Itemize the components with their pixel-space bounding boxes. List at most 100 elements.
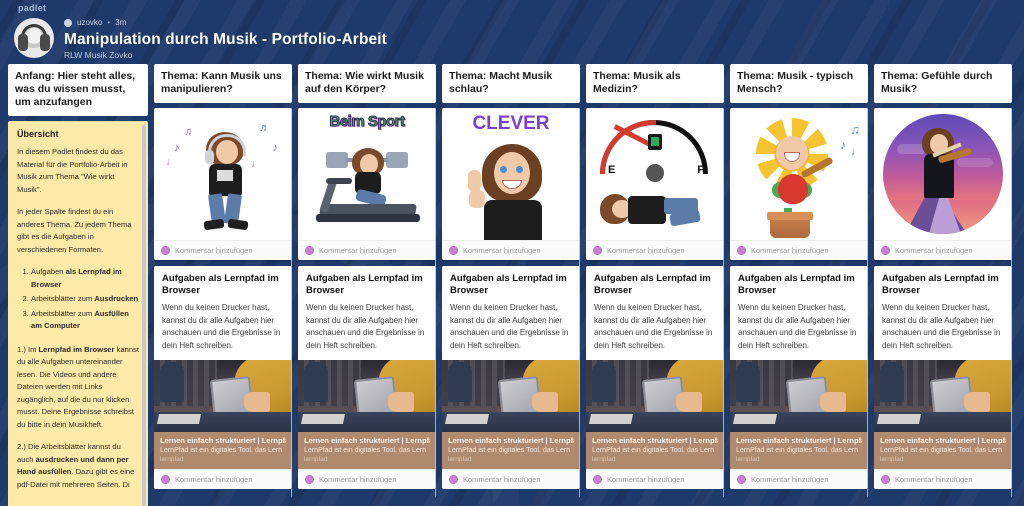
link-preview-image [874,360,1012,432]
list-item: Aufgaben als Lernpfad im Browser [31,266,139,291]
note-format-list: Aufgaben als Lernpfad im Browser Arbeits… [31,266,139,333]
add-comment-label: Kommentar hinzufügen [895,246,973,255]
column-scrollbar[interactable] [291,108,292,498]
add-comment-label: Kommentar hinzufügen [319,475,397,484]
add-comment-bar[interactable]: Kommentar hinzufügen [154,469,292,489]
link-preview-image [442,360,580,432]
avatar [305,246,314,255]
link-preview-meta: Lernen einfach strukturiert | Lernpfad L… [586,432,724,469]
link-preview[interactable]: Lernen einfach strukturiert | Lernpfad L… [586,360,724,469]
post-text: Wenn du keinen Drucker hast, kannst du d… [162,303,281,350]
column-schlau[interactable]: Thema: Macht Musik schlau? CLEVER Kommen… [442,64,580,506]
add-comment-bar[interactable]: Kommentar hinzufügen [730,240,868,260]
add-comment-bar[interactable]: Kommentar hinzufügen [154,240,292,260]
note-scrollbar[interactable] [142,125,146,506]
bitmoji-fuel-gauge-empty-lying-down-icon: E F [586,108,724,240]
add-comment-bar[interactable]: Kommentar hinzufügen [874,469,1012,489]
add-comment-label: Kommentar hinzufügen [463,475,541,484]
avatar [593,475,602,484]
post-lernpfad[interactable]: Aufgaben als Lernpfad im Browser Wenn du… [730,266,868,489]
add-comment-bar[interactable]: Kommentar hinzufügen [730,469,868,489]
post-illustration[interactable]: ♫ ♪ ♩ ♬ ♪ ♩ Kommentar hinzufügen [154,108,292,260]
post-title: Aufgaben als Lernpfad im Browser [882,273,999,296]
column-medizin[interactable]: Thema: Musik als Medizin? E F Kommentar … [586,64,724,506]
add-comment-label: Kommentar hinzufügen [463,246,541,255]
link-title: Lernen einfach strukturiert | Lernpfad [160,436,286,445]
avatar [161,475,170,484]
padlet-logo[interactable]: padlet [18,3,46,13]
add-comment-label: Kommentar hinzufügen [751,475,829,484]
post-illustration[interactable]: Beim Sport Kommentar hinzufügen [298,108,436,260]
link-preview-image [730,360,868,432]
add-comment-bar[interactable]: Kommentar hinzufügen [298,469,436,489]
column-scrollbar[interactable] [723,108,724,498]
post-lernpfad[interactable]: Aufgaben als Lernpfad im Browser Wenn du… [442,266,580,489]
column-typisch-mensch[interactable]: Thema: Musik - typisch Mensch? ♫ ♪ ♩ Kom… [730,64,868,506]
add-comment-bar[interactable]: Kommentar hinzufügen [298,240,436,260]
link-preview[interactable]: Lernen einfach strukturiert | Lernpfad L… [298,360,436,469]
column-scrollbar[interactable] [1011,108,1012,498]
link-description: LernPfad ist ein digitales Tool, das Ler… [304,446,427,454]
column-header[interactable]: Thema: Wie wirkt Musik auf den Körper? [298,64,436,103]
column-manipulieren[interactable]: Thema: Kann Musik uns manipulieren? ♫ ♪ … [154,64,292,506]
post-lernpfad[interactable]: Aufgaben als Lernpfad im Browser Wenn du… [586,266,724,489]
link-title: Lernen einfach strukturiert | Lernpfad [880,436,1006,445]
post-lernpfad[interactable]: Aufgaben als Lernpfad im Browser Wenn du… [298,266,436,489]
column-header[interactable]: Anfang: Hier steht alles, was du wissen … [8,64,148,116]
list-item: Arbeitsblätter zum Ausdrucken [31,293,139,306]
note-paragraph-3: 1.) Im Lernpfad im Browser kannst du all… [17,344,139,429]
add-comment-label: Kommentar hinzufügen [607,475,685,484]
column-gefuehle[interactable]: Thema: Gefühle durch Musik? Kommentar hi… [874,64,1012,506]
add-comment-label: Kommentar hinzufügen [319,246,397,255]
note-paragraph-1: In diesem Padlet findest du das Material… [17,147,128,194]
post-text: Wenn du keinen Drucker hast, kannst du d… [306,303,425,350]
post-title: Aufgaben als Lernpfad im Browser [162,273,279,296]
link-preview[interactable]: Lernen einfach strukturiert | Lernpfad L… [730,360,868,469]
column-header[interactable]: Thema: Gefühle durch Musik? [874,64,1012,103]
column-header[interactable]: Thema: Macht Musik schlau? [442,64,580,103]
add-comment-bar[interactable]: Kommentar hinzufügen [586,469,724,489]
link-preview-meta: Lernen einfach strukturiert | Lernpfad L… [730,432,868,469]
link-preview[interactable]: Lernen einfach strukturiert | Lernpfad L… [442,360,580,469]
bitmoji-treadmill-dumbbells-icon: Beim Sport [298,108,436,240]
board-columns[interactable]: Anfang: Hier steht alles, was du wissen … [0,64,1024,506]
post-illustration[interactable]: E F Kommentar hinzufügen [586,108,724,260]
add-comment-bar[interactable]: Kommentar hinzufügen [442,469,580,489]
add-comment-label: Kommentar hinzufügen [175,475,253,484]
post-title: Aufgaben als Lernpfad im Browser [450,273,567,296]
avatar [881,246,890,255]
post-uebersicht[interactable]: Übersicht In diesem Padlet findest du da… [8,121,148,506]
link-preview-image [298,360,436,432]
link-title: Lernen einfach strukturiert | Lernpfad [592,436,718,445]
link-url: lernpfad [160,456,184,463]
column-header[interactable]: Thema: Musik - typisch Mensch? [730,64,868,103]
post-lernpfad[interactable]: Aufgaben als Lernpfad im Browser Wenn du… [154,266,292,489]
column-scrollbar[interactable] [579,108,580,498]
link-preview-image [586,360,724,432]
link-preview[interactable]: Lernen einfach strukturiert | Lernpfad L… [874,360,1012,469]
column-scrollbar[interactable] [867,108,868,498]
link-description: LernPfad ist ein digitales Tool, das Ler… [880,446,1003,454]
post-lernpfad[interactable]: Aufgaben als Lernpfad im Browser Wenn du… [874,266,1012,489]
add-comment-bar[interactable]: Kommentar hinzufügen [586,240,724,260]
add-comment-bar[interactable]: Kommentar hinzufügen [442,240,580,260]
link-preview-meta: Lernen einfach strukturiert | Lernpfad L… [298,432,436,469]
add-comment-bar[interactable]: Kommentar hinzufügen [874,240,1012,260]
column-header[interactable]: Thema: Kann Musik uns manipulieren? [154,64,292,103]
author-avatar[interactable] [64,18,72,27]
post-illustration[interactable]: Kommentar hinzufügen [874,108,1012,260]
column-scrollbar[interactable] [435,108,436,498]
board-avatar-headphones-icon[interactable] [14,18,54,58]
page-subtitle: RLW Musik Zovko [64,49,133,60]
column-anfang[interactable]: Anfang: Hier steht alles, was du wissen … [8,64,148,506]
link-preview[interactable]: Lernen einfach strukturiert | Lernpfad L… [154,360,292,469]
link-preview-meta: Lernen einfach strukturiert | Lernpfad L… [442,432,580,469]
post-illustration[interactable]: ♫ ♪ ♩ Kommentar hinzufügen [730,108,868,260]
post-illustration[interactable]: CLEVER Kommentar hinzufügen [442,108,580,260]
column-header[interactable]: Thema: Musik als Medizin? [586,64,724,103]
author-name[interactable]: uzovko [77,18,102,27]
add-comment-label: Kommentar hinzufügen [175,246,253,255]
illustration-label: CLEVER [472,113,550,134]
board-meta: uzovko • 3m [64,17,387,29]
column-koerper[interactable]: Thema: Wie wirkt Musik auf den Körper? B… [298,64,436,506]
